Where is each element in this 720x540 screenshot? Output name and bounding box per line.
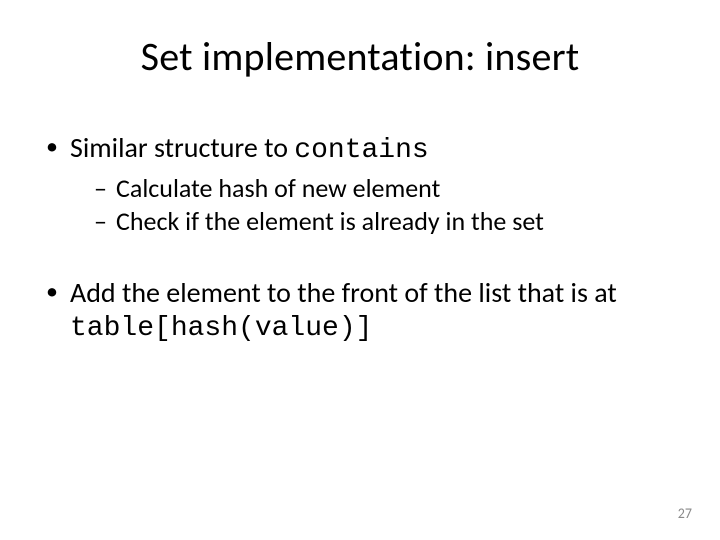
bullet-item: Similar structure to contains Calculate … xyxy=(44,131,676,236)
bullet-text: Add the element to the front of the list… xyxy=(70,275,617,310)
code-inline: contains xyxy=(294,135,428,166)
sub-bullet-item: Check if the element is already in the s… xyxy=(94,206,676,237)
slide: Set implementation: insert Similar struc… xyxy=(0,0,720,540)
code-inline: table[hash(value)] xyxy=(70,313,372,344)
bullet-list: Similar structure to contains Calculate … xyxy=(44,131,676,345)
page-number: 27 xyxy=(678,505,692,522)
sub-bullet-item: Calculate hash of new element xyxy=(94,173,676,204)
bullet-text: Similar structure to xyxy=(70,130,294,165)
slide-title: Set implementation: insert xyxy=(44,32,676,81)
sub-bullet-list: Calculate hash of new element Check if t… xyxy=(94,173,676,236)
bullet-item: Add the element to the front of the list… xyxy=(44,276,676,345)
